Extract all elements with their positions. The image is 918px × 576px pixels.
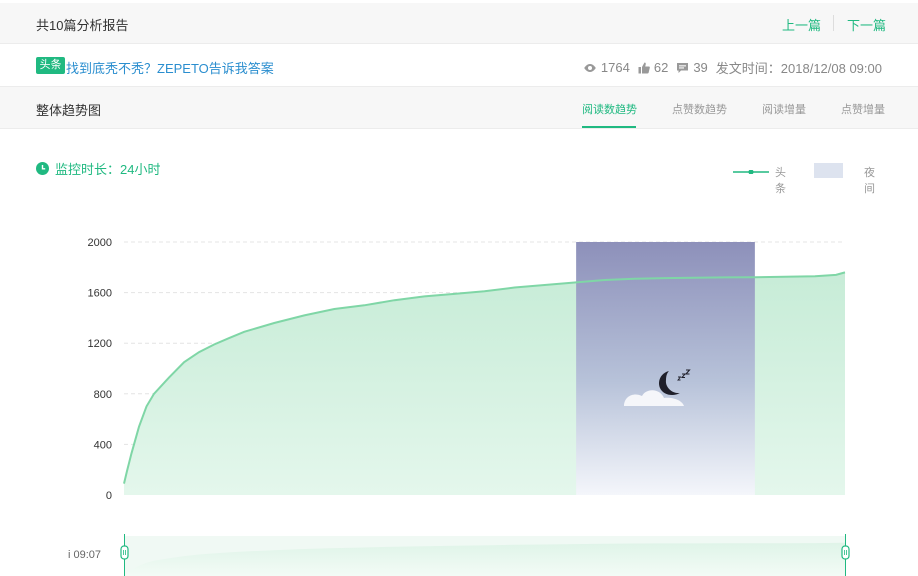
publish-time: 发文时间：2018/12/08 09:00 bbox=[715, 61, 882, 76]
y-tick-label: 0 bbox=[106, 490, 112, 502]
active-tab-indicator bbox=[582, 126, 636, 128]
eye-icon bbox=[584, 63, 596, 72]
article-title-link[interactable]: 找到底秃不秃？ZEPETO告诉我答案 bbox=[66, 58, 274, 77]
legend-series-label[interactable]: 头条 bbox=[775, 164, 786, 196]
read-trend-chart: 0 400 800 1200 1600 2000 bbox=[88, 237, 846, 502]
clock-icon bbox=[36, 162, 49, 175]
next-article-link[interactable]: 下一篇 bbox=[847, 15, 886, 34]
legend-night-label[interactable]: 夜间 bbox=[864, 164, 875, 196]
thumbs-up-icon bbox=[638, 62, 650, 73]
y-tick-label: 800 bbox=[94, 389, 112, 401]
article-tag-badge: 头条 bbox=[36, 57, 65, 74]
nav-divider bbox=[833, 15, 834, 31]
comment-icon bbox=[677, 62, 689, 73]
y-tick-label: 1200 bbox=[88, 338, 112, 350]
article-row: 头条 找到底秃不秃？ZEPETO告诉我答案 1764 62 39 发文时间：20… bbox=[0, 44, 918, 87]
slider-right-handle[interactable] bbox=[841, 545, 850, 560]
legend-series-swatch bbox=[733, 170, 769, 174]
monitor-duration: 监控时长：24小时 bbox=[36, 159, 160, 178]
article-stats: 1764 62 39 发文时间：2018/12/08 09:00 bbox=[575, 58, 882, 77]
prev-article-link[interactable]: 上一篇 bbox=[782, 15, 821, 34]
likes-stat: 62 bbox=[638, 60, 668, 75]
trend-section-header: 整体趋势图 阅读数趋势 点赞数趋势 阅读增量 点赞增量 bbox=[0, 87, 918, 129]
views-count: 1764 bbox=[600, 60, 630, 75]
legend-night-swatch bbox=[814, 163, 843, 178]
tab-like-increment[interactable]: 点赞增量 bbox=[841, 101, 885, 117]
likes-count: 62 bbox=[653, 60, 669, 75]
comments-count: 39 bbox=[693, 60, 708, 75]
section-title: 整体趋势图 bbox=[36, 103, 102, 118]
tab-read-increment[interactable]: 阅读增量 bbox=[762, 101, 806, 117]
y-tick-label: 2000 bbox=[88, 237, 112, 249]
y-tick-label: 1600 bbox=[88, 288, 112, 300]
slider-start-label: i 09:07 bbox=[68, 549, 101, 561]
slider-left-handle[interactable] bbox=[120, 545, 129, 560]
report-count-title: 共10篇分析报告 bbox=[36, 18, 129, 33]
tab-read-trend[interactable]: 阅读数趋势 bbox=[582, 101, 637, 117]
report-header: 共10篇分析报告 上一篇 下一篇 bbox=[0, 3, 918, 44]
time-range-slider[interactable]: i 09:07 bbox=[0, 530, 918, 576]
y-axis-ticks: 0 400 800 1200 1600 2000 bbox=[88, 237, 112, 502]
y-tick-label: 400 bbox=[94, 439, 112, 451]
views-stat: 1764 bbox=[583, 60, 630, 75]
tab-like-trend[interactable]: 点赞数趋势 bbox=[672, 101, 727, 117]
comments-stat: 39 bbox=[676, 60, 708, 75]
monitor-duration-text: 监控时长：24小时 bbox=[55, 162, 161, 177]
